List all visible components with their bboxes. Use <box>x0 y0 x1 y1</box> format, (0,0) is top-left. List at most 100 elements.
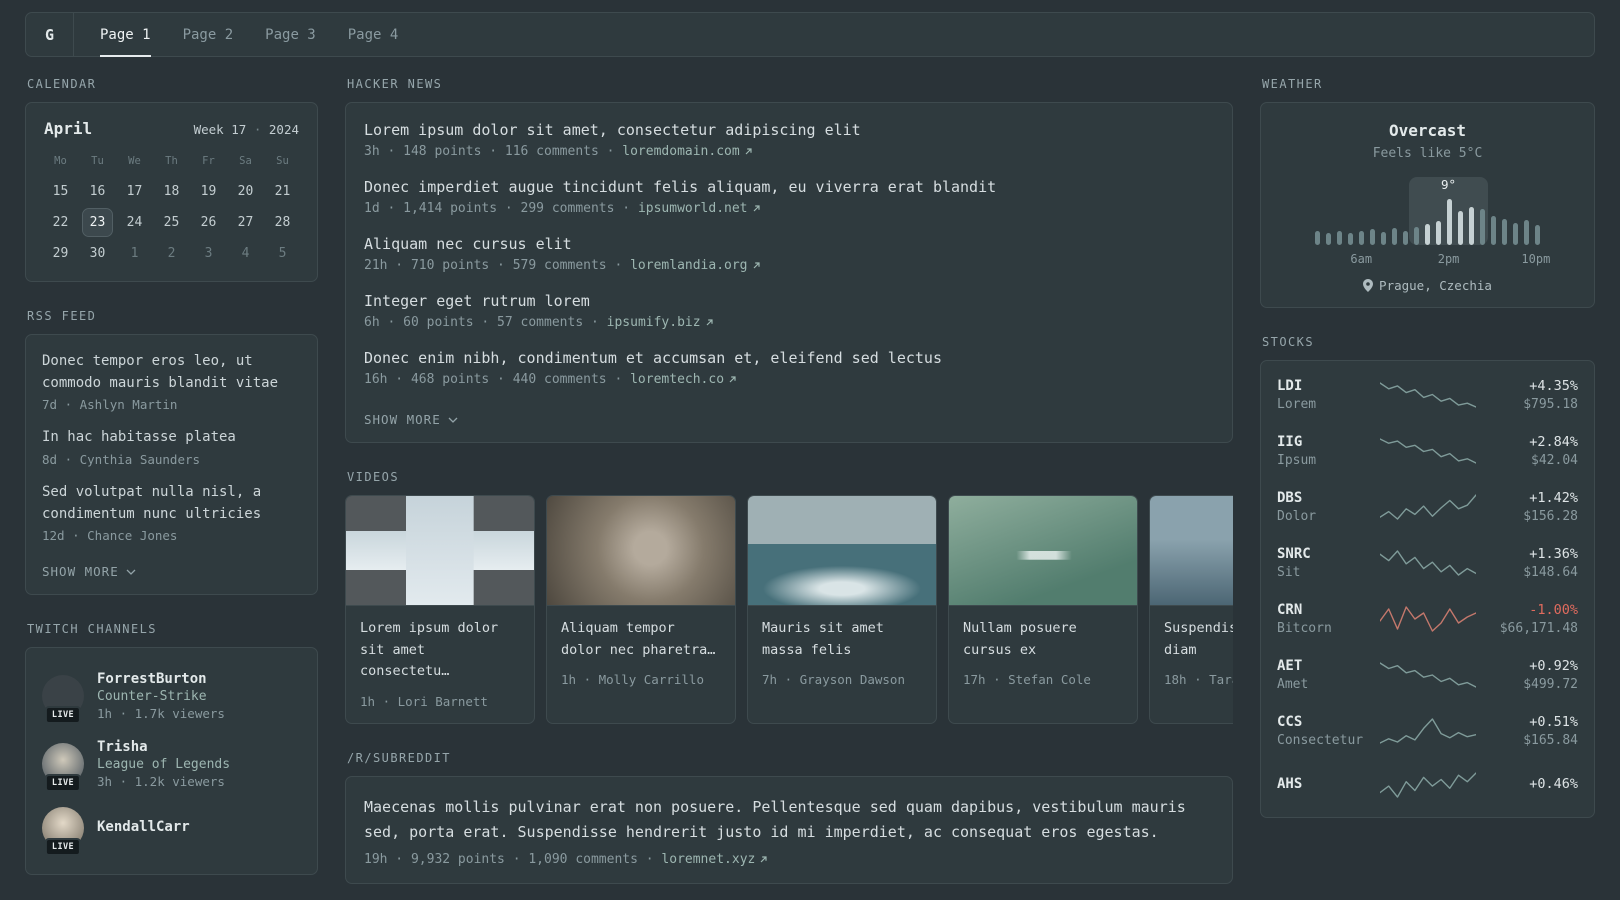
stock-sparkline <box>1373 436 1482 466</box>
calendar-day: 21 <box>274 184 291 199</box>
stocks-section: STOCKS LDI Lorem +4.35% $795.18 IIG Ipsum +… <box>1260 335 1595 818</box>
stock-ticker: CRN <box>1277 602 1303 618</box>
video-title[interactable]: Mauris sit amet massa felis <box>762 618 922 661</box>
stock-ticker: IIG <box>1277 434 1303 450</box>
story-title[interactable]: Donec enim nibh, condimentum et accumsan… <box>364 349 1214 367</box>
calendar-week-row: 29 30 1 2 3 4 5 <box>42 238 301 269</box>
hacker-news-widget: Lorem ipsum dolor sit amet, consectetur … <box>345 102 1233 443</box>
calendar-day-selected: 23 <box>82 208 113 237</box>
rss-show-more-button[interactable]: SHOW MORE <box>42 564 136 579</box>
stock-row[interactable]: AHS +0.46% <box>1277 759 1578 811</box>
hacker-news-item: Integer eget rutrum lorem 6h · 60 points… <box>364 292 1214 330</box>
app-logo[interactable]: G <box>26 13 74 56</box>
story-stats: 16h · 468 points · 440 comments · <box>364 372 623 387</box>
story-title[interactable]: Donec imperdiet augue tincidunt felis al… <box>364 178 1214 196</box>
hacker-news-section: HACKER NEWS Lorem ipsum dolor sit amet, … <box>345 77 1233 443</box>
post-stats: 19h · 9,932 points · 1,090 comments · <box>364 852 654 868</box>
video-thumbnail[interactable] <box>346 496 534 606</box>
videos-section: VIDEOS Lorem ipsum dolor sit amet consec… <box>345 470 1233 724</box>
story-stats: 21h · 710 points · 579 comments · <box>364 258 623 273</box>
stock-change: +0.92% <box>1529 658 1578 674</box>
time-tick: 2pm <box>1437 252 1460 266</box>
video-meta: 1h · Lori Barnett <box>360 693 488 709</box>
post-domain-link[interactable]: loremnet.xyz <box>661 852 768 867</box>
story-domain-link[interactable]: loremtech.co <box>630 372 737 387</box>
post-title[interactable]: Maecenas mollis pulvinar erat non posuer… <box>364 795 1214 845</box>
twitch-channel-row[interactable]: LIVE KendallCarr <box>42 798 301 858</box>
calendar-day: 15 <box>52 184 69 199</box>
story-stats: 1d · 1,414 points · 299 comments · <box>364 201 631 216</box>
rss-item-title[interactable]: Donec tempor eros leo, ut commodo mauris… <box>42 351 301 394</box>
channel-info: Trisha League of Legends 3h · 1.2k viewe… <box>97 739 230 789</box>
video-meta: 7h · Grayson Dawson <box>762 672 905 688</box>
stock-row[interactable]: CCS Consectetur +0.51% $165.84 <box>1277 703 1578 759</box>
story-title[interactable]: Lorem ipsum dolor sit amet, consectetur … <box>364 121 1214 139</box>
dot-separator: · <box>253 122 262 137</box>
story-title[interactable]: Aliquam nec cursus elit <box>364 235 1214 253</box>
video-title[interactable]: Nullam posuere cursus ex <box>963 618 1123 661</box>
video-meta: 1h · Molly Carrillo <box>561 672 704 688</box>
calendar-month: April <box>44 119 93 138</box>
story-meta: 21h · 710 points · 579 comments · loreml… <box>364 258 1214 273</box>
calendar-week-label: Week 17 · 2024 <box>194 122 299 137</box>
avatar: LIVE <box>42 807 84 857</box>
video-thumbnail[interactable] <box>1150 496 1233 606</box>
rss-item-title[interactable]: Sed volutpat nulla nisl, a condimentum n… <box>42 482 301 525</box>
tab-page-2[interactable]: Page 2 <box>183 13 234 56</box>
twitch-channel-row[interactable]: LIVE Trisha League of Legends 3h · 1.2k … <box>42 730 301 798</box>
story-domain-link[interactable]: loremlandia.org <box>630 258 760 273</box>
weather-location[interactable]: Prague, Czechia <box>1277 278 1578 293</box>
tab-page-4[interactable]: Page 4 <box>348 13 399 56</box>
stock-row[interactable]: SNRC Sit +1.36% $148.64 <box>1277 535 1578 591</box>
external-link-icon <box>760 856 767 863</box>
video-thumbnail[interactable] <box>949 496 1137 606</box>
videos-section-title: VIDEOS <box>347 470 399 484</box>
top-nav: G Page 1 Page 2 Page 3 Page 4 <box>25 12 1595 57</box>
hacker-news-show-more-button[interactable]: SHOW MORE <box>364 412 458 427</box>
rss-item-meta: 8d · Cynthia Saunders <box>42 452 201 468</box>
calendar-widget: April Week 17 · 2024 Mo Tu We Th Fr Sa S… <box>25 102 318 282</box>
stock-ticker: AET <box>1277 658 1303 674</box>
tab-page-1[interactable]: Page 1 <box>100 13 151 57</box>
dashboard-columns: CALENDAR April Week 17 · 2024 Mo Tu We T… <box>25 77 1595 900</box>
chevron-down-icon <box>448 417 458 423</box>
twitch-section: TWITCH CHANNELS LIVE ForrestBurton Count… <box>25 622 318 876</box>
video-thumbnail[interactable] <box>547 496 735 606</box>
story-domain-link[interactable]: loremdomain.com <box>622 144 752 159</box>
video-thumbnail[interactable] <box>748 496 936 606</box>
live-badge: LIVE <box>44 774 82 793</box>
location-label: Prague, Czechia <box>1379 278 1492 293</box>
weather-section-title: WEATHER <box>1262 77 1323 91</box>
calendar-day: 26 <box>200 215 217 230</box>
stock-row[interactable]: CRN Bitcorn -1.00% $66,171.48 <box>1277 591 1578 647</box>
video-title[interactable]: Aliquam tempor dolor nec pharetra… <box>561 618 721 661</box>
stock-row[interactable]: DBS Dolor +1.42% $156.28 <box>1277 479 1578 535</box>
avatar: LIVE <box>42 675 84 725</box>
video-title[interactable]: Lorem ipsum dolor sit amet consectetu… <box>360 618 520 683</box>
stock-change: -1.00% <box>1529 602 1578 618</box>
stock-price: $66,171.48 <box>1499 621 1578 636</box>
post-domain: loremnet.xyz <box>661 852 756 868</box>
stock-row[interactable]: IIG Ipsum +2.84% $42.04 <box>1277 423 1578 479</box>
story-title[interactable]: Integer eget rutrum lorem <box>364 292 1214 310</box>
video-title[interactable]: Suspendisse diam <box>1164 618 1233 661</box>
external-link-icon <box>753 205 760 212</box>
tab-page-3[interactable]: Page 3 <box>265 13 316 56</box>
stock-sparkline <box>1373 548 1482 578</box>
story-domain-link[interactable]: ipsumworld.net <box>638 201 761 216</box>
story-domain: loremtech.co <box>630 372 725 387</box>
calendar-day: 25 <box>163 215 180 230</box>
stock-row[interactable]: LDI Lorem +4.35% $795.18 <box>1277 367 1578 423</box>
videos-row: Lorem ipsum dolor sit amet consectetu… 1… <box>345 495 1233 724</box>
dashboard-page: G Page 1 Page 2 Page 3 Page 4 CALENDAR A… <box>0 0 1620 900</box>
twitch-channel-row[interactable]: LIVE ForrestBurton Counter-Strike 1h · 1… <box>42 662 301 730</box>
rss-item-title[interactable]: In hac habitasse platea <box>42 427 301 449</box>
story-domain-link[interactable]: ipsumify.biz <box>607 315 714 330</box>
calendar-weekday-row: Mo Tu We Th Fr Sa Su <box>42 148 301 176</box>
stock-row[interactable]: AET Amet +0.92% $499.72 <box>1277 647 1578 703</box>
external-link-icon <box>729 376 736 383</box>
external-link-icon <box>706 319 713 326</box>
time-axis: 6am 2pm 10pm <box>1277 252 1578 267</box>
calendar-day: 28 <box>274 215 291 230</box>
calendar-day: 17 <box>126 184 143 199</box>
